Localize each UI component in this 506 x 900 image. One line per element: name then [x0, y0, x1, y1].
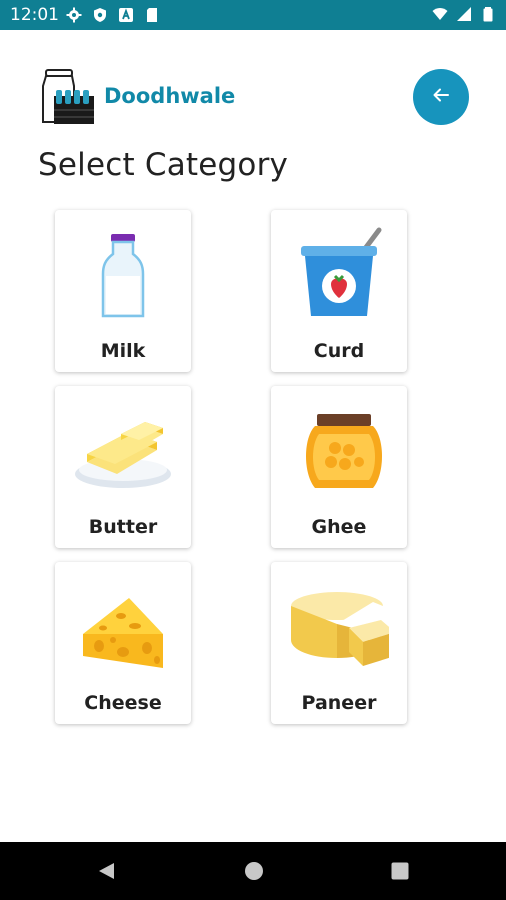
category-card-curd[interactable]: Curd — [271, 210, 407, 372]
settings-icon — [66, 7, 82, 27]
category-card-milk[interactable]: Milk — [55, 210, 191, 372]
status-bar: 12:01 — [0, 0, 506, 30]
category-label: Butter — [88, 516, 158, 538]
category-label: Curd — [313, 340, 365, 362]
nav-recents-icon[interactable] — [390, 861, 410, 885]
milk-bottle-icon — [73, 224, 173, 324]
category-label: Cheese — [84, 692, 162, 714]
category-card-cheese[interactable]: Cheese — [55, 562, 191, 724]
category-label: Paneer — [301, 692, 377, 714]
a-icon — [118, 7, 134, 27]
sd-card-icon — [144, 7, 160, 27]
back-button[interactable] — [413, 69, 469, 125]
nav-back-icon[interactable] — [96, 861, 116, 885]
category-label: Ghee — [311, 516, 367, 538]
wifi-icon — [432, 6, 448, 26]
nav-home-icon[interactable] — [244, 861, 264, 885]
arrow-left-icon — [431, 85, 451, 109]
butter-icon — [73, 400, 173, 500]
ghee-jar-icon — [289, 400, 389, 500]
category-card-ghee[interactable]: Ghee — [271, 386, 407, 548]
category-label: Milk — [100, 340, 146, 362]
signal-icon — [456, 6, 472, 26]
milk-crate-logo — [40, 68, 94, 126]
battery-icon — [480, 6, 496, 26]
page-title: Select Category — [38, 147, 289, 183]
app-name: Doodhwale — [104, 84, 236, 108]
navigation-bar — [0, 842, 506, 900]
status-notification-icons — [66, 7, 160, 27]
curd-cup-icon — [289, 224, 389, 324]
cheese-icon — [73, 576, 173, 676]
status-time: 12:01 — [10, 5, 59, 25]
category-card-paneer[interactable]: Paneer — [271, 562, 407, 724]
shield-icon — [92, 7, 108, 27]
category-card-butter[interactable]: Butter — [55, 386, 191, 548]
status-system-icons — [432, 6, 496, 26]
paneer-icon — [289, 576, 395, 676]
